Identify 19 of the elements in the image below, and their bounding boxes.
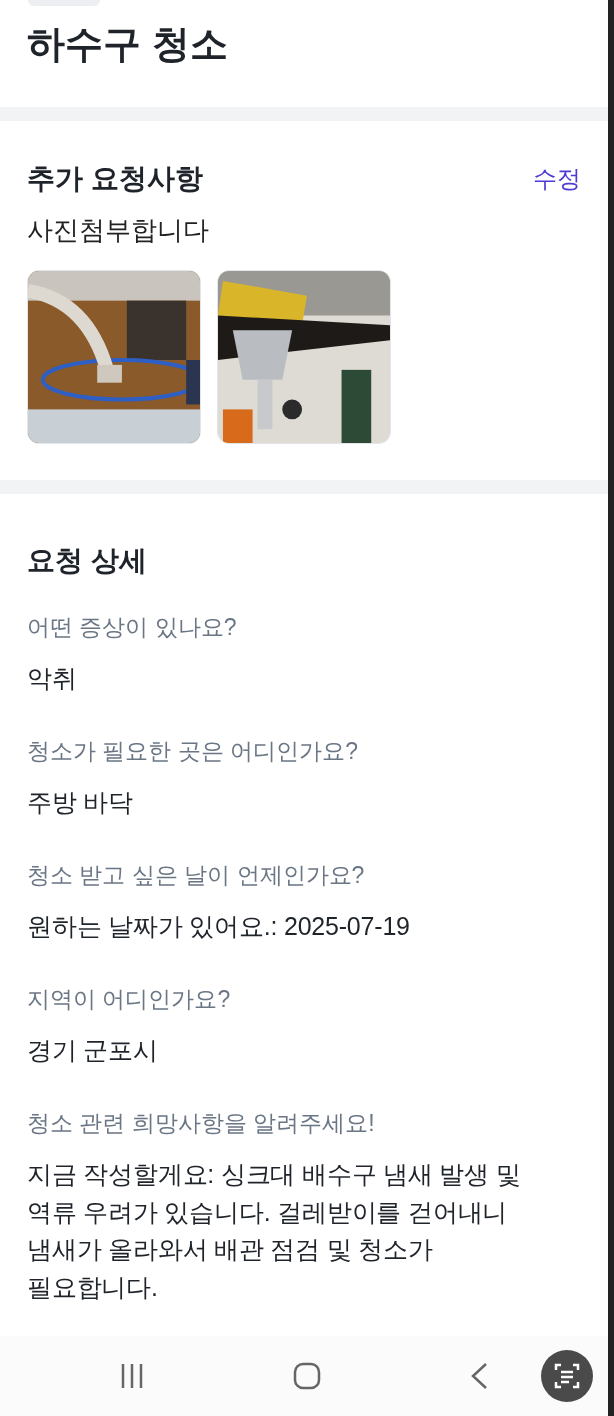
section-heading: 요청 상세 bbox=[27, 544, 148, 578]
note-text: 사진첨부합니다 bbox=[27, 214, 210, 247]
question-label: 지역이 어디인가요? bbox=[27, 984, 232, 1014]
answer-text: 주방 바닥 bbox=[27, 787, 134, 819]
question-label: 청소 관련 희망사항을 알려주세요! bbox=[27, 1108, 376, 1138]
home-icon[interactable] bbox=[293, 1362, 321, 1390]
scan-icon[interactable] bbox=[541, 1350, 593, 1402]
back-icon[interactable] bbox=[470, 1362, 488, 1390]
question-label: 청소 받고 싶은 날이 언제인가요? bbox=[27, 860, 366, 890]
answer-text: 경기 군포시 bbox=[27, 1035, 159, 1067]
answer-text: 지금 작성할게요: 싱크대 배수구 냄새 발생 및 역류 우려가 있습니다. 걸레받이를 걷어내니 냄새가 올라와서 배관 점검 및 청소가 필요합니다. bbox=[27, 1159, 522, 1303]
answer-text: 악취 bbox=[27, 663, 78, 695]
section-heading: 추가 요청사항 bbox=[27, 162, 203, 196]
recent-apps-icon[interactable] bbox=[120, 1362, 144, 1390]
page-title: 하수구 청소 bbox=[27, 22, 229, 67]
question-label: 청소가 필요한 곳은 어디인가요? bbox=[27, 736, 359, 766]
answer-text: 원하는 날짜가 있어요.: 2025-07-19 bbox=[27, 911, 411, 943]
edit-link[interactable]: 수정 bbox=[533, 161, 581, 197]
question-label: 어떤 증상이 있나요? bbox=[27, 612, 238, 642]
